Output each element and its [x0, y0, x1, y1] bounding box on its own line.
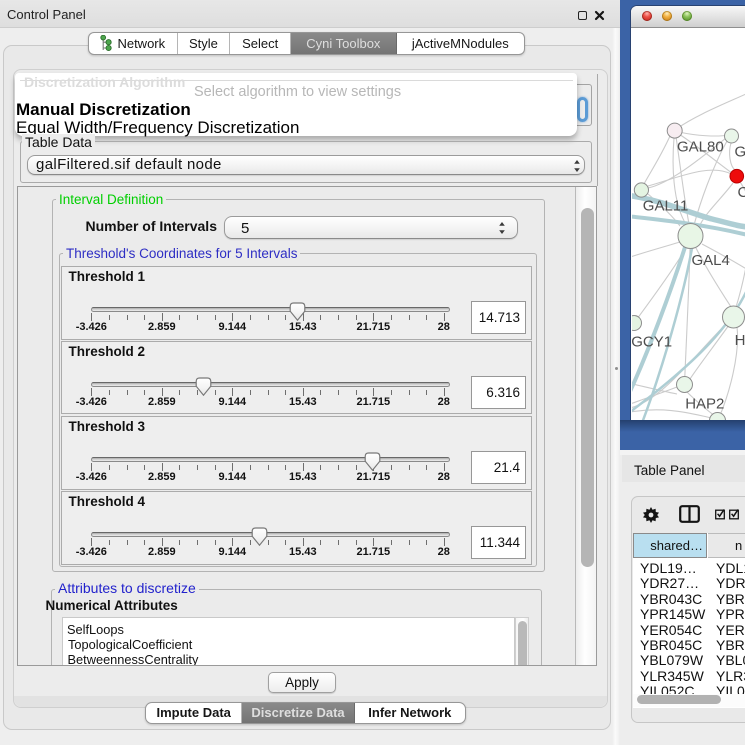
svg-text:GAL80: GAL80: [677, 139, 724, 156]
svg-text:C: C: [738, 184, 745, 201]
svg-text:HAP2: HAP2: [685, 396, 724, 413]
svg-text:H: H: [735, 332, 745, 349]
svg-text:GAL4: GAL4: [692, 252, 730, 269]
svg-text:GCY1: GCY1: [632, 334, 672, 351]
svg-text:GA: GA: [735, 144, 745, 161]
svg-text:GAL11: GAL11: [643, 198, 689, 215]
